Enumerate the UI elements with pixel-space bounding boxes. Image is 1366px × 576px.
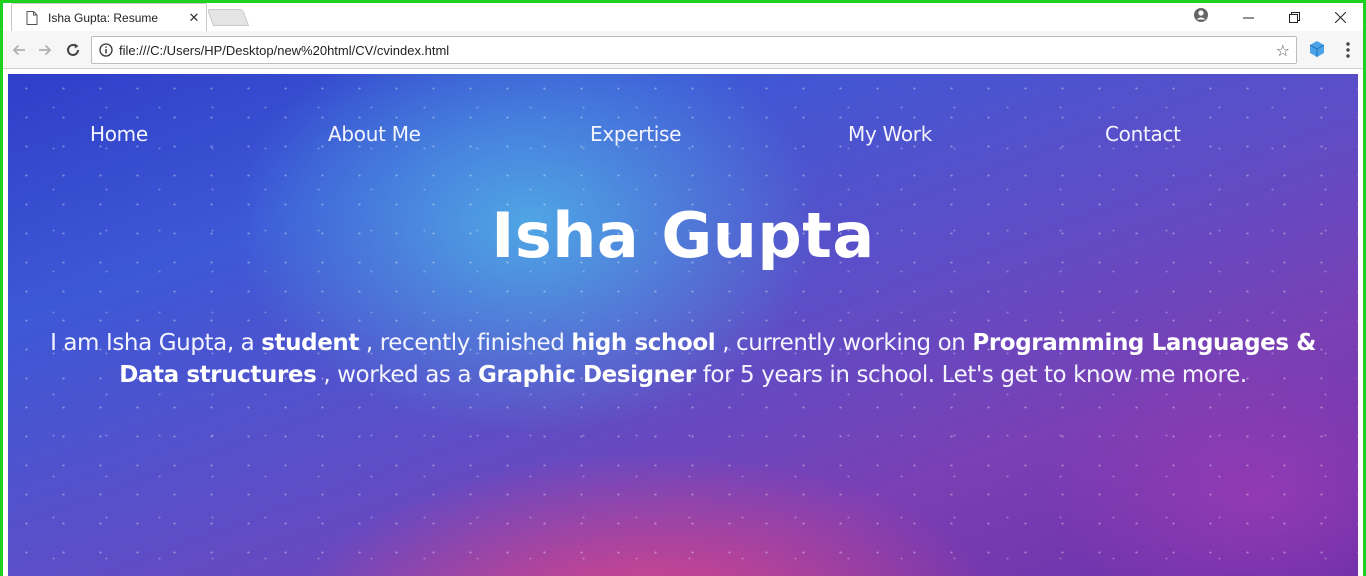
- intro-text: , worked as a: [316, 362, 479, 388]
- intro-paragraph: I am Isha Gupta, a student , recently fi…: [28, 327, 1338, 391]
- nav-work-link[interactable]: My Work: [848, 122, 932, 146]
- extension-cube-icon[interactable]: [1308, 40, 1326, 58]
- address-bar[interactable]: file:///C:/Users/HP/Desktop/new%20html/C…: [91, 36, 1297, 64]
- site-nav: Home About Me Expertise My Work Contact: [8, 122, 1358, 152]
- intro-highlight: Graphic Designer: [478, 362, 696, 388]
- intro-text: , currently working on: [715, 330, 973, 356]
- browser-tab[interactable]: Isha Gupta: Resume ✕: [11, 3, 207, 31]
- minimize-icon[interactable]: [1225, 3, 1271, 31]
- intro-text: , recently finished: [358, 330, 572, 356]
- profile-icon[interactable]: [1193, 7, 1209, 23]
- page-viewport: Home About Me Expertise My Work Contact …: [8, 74, 1358, 576]
- nav-about-link[interactable]: About Me: [328, 122, 421, 146]
- intro-text: for 5 years in school. Let's get to know…: [695, 362, 1247, 388]
- forward-arrow-icon[interactable]: [35, 40, 55, 60]
- tab-title: Isha Gupta: Resume: [48, 11, 159, 25]
- browser-window: Isha Gupta: Resume ✕ file:///C:/Users/HP…: [3, 3, 1363, 576]
- back-arrow-icon[interactable]: [9, 40, 29, 60]
- nav-home-link[interactable]: Home: [90, 122, 148, 146]
- tab-strip: Isha Gupta: Resume ✕: [3, 3, 1363, 31]
- intro-highlight: high school: [571, 330, 716, 356]
- nav-contact-link[interactable]: Contact: [1105, 122, 1181, 146]
- intro-highlight: student: [261, 330, 359, 356]
- url-text: file:///C:/Users/HP/Desktop/new%20html/C…: [119, 43, 450, 58]
- intro-text: I am Isha Gupta, a: [50, 330, 262, 356]
- bookmark-star-icon[interactable]: ☆: [1276, 41, 1290, 60]
- restore-icon[interactable]: [1271, 3, 1317, 31]
- reload-icon[interactable]: [63, 40, 83, 60]
- close-window-icon[interactable]: [1317, 3, 1363, 31]
- browser-toolbar: file:///C:/Users/HP/Desktop/new%20html/C…: [3, 31, 1363, 69]
- tab-close-icon[interactable]: ✕: [187, 11, 201, 26]
- nav-expertise-link[interactable]: Expertise: [590, 122, 681, 146]
- window-controls: [1225, 3, 1363, 31]
- info-icon[interactable]: [99, 43, 113, 57]
- menu-dots-icon[interactable]: [1341, 41, 1355, 59]
- new-tab-button[interactable]: [206, 9, 250, 26]
- hero-name: Isha Gupta: [491, 199, 875, 272]
- page-icon: [26, 11, 38, 25]
